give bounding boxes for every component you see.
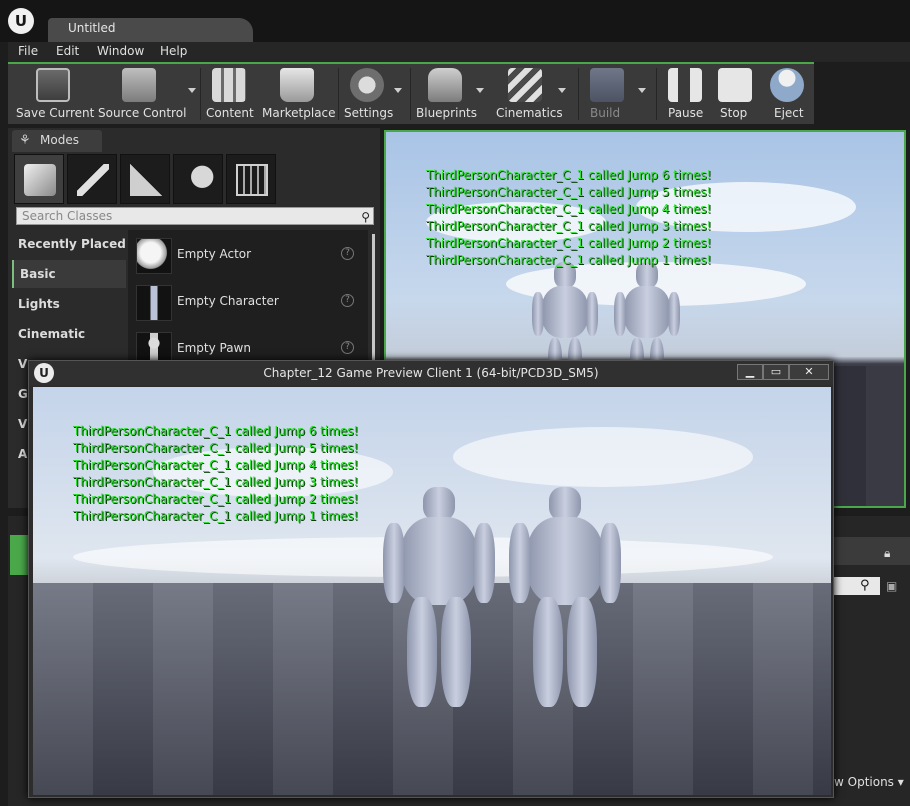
placeable-actor-list: Empty Actor ? Empty Character ? Empty Pa… — [128, 230, 368, 370]
main-toolbar: Save Current Source Control Content Mark… — [8, 62, 814, 124]
settings-icon — [350, 68, 384, 102]
modes-tab[interactable]: ⚘ Modes — [12, 130, 102, 152]
search-classes-input[interactable]: Search Classes ⚲ — [16, 207, 374, 225]
chevron-down-icon — [638, 88, 646, 93]
marketplace-icon — [280, 68, 314, 102]
debug-message: ThirdPersonCharacter_C_1 called Jump 1 t… — [426, 253, 712, 267]
blueprints-button[interactable]: Blueprints — [414, 64, 490, 124]
toolbar-divider — [338, 68, 339, 120]
source-control-icon — [122, 68, 156, 102]
help-icon[interactable]: ? — [341, 341, 354, 354]
empty-character-thumbnail — [136, 285, 172, 321]
stop-button[interactable]: Stop — [712, 64, 758, 124]
lock-icon[interactable]: 🔒︎ — [884, 546, 890, 561]
list-item[interactable]: Empty Actor ? — [128, 234, 364, 278]
details-panel-header — [826, 537, 910, 565]
build-button[interactable]: Build — [582, 64, 654, 124]
level-tab-label: Untitled — [68, 21, 116, 35]
menu-help[interactable]: Help — [160, 44, 187, 58]
game-viewport[interactable]: ThirdPersonCharacter_C_1 called Jump 6 t… — [33, 387, 831, 795]
chevron-down-icon — [476, 88, 484, 93]
debug-message: ThirdPersonCharacter_C_1 called Jump 4 t… — [73, 458, 359, 472]
modes-icon: ⚘ — [19, 133, 31, 148]
source-control-button[interactable]: Source Control — [96, 64, 198, 124]
category-recently-placed[interactable]: Recently Placed — [12, 230, 126, 258]
geometry-mode-button[interactable] — [226, 154, 276, 204]
debug-message: ThirdPersonCharacter_C_1 called Jump 2 t… — [426, 236, 712, 250]
chevron-down-icon — [558, 88, 566, 93]
close-button[interactable]: ✕ — [789, 364, 829, 380]
build-icon — [590, 68, 624, 102]
debug-message: ThirdPersonCharacter_C_1 called Jump 2 t… — [73, 492, 359, 506]
cloud — [453, 427, 753, 487]
stop-icon — [718, 68, 752, 102]
eject-button[interactable]: Eject — [762, 64, 812, 124]
pause-icon — [668, 68, 702, 102]
marketplace-button[interactable]: Marketplace — [260, 64, 336, 124]
debug-message: ThirdPersonCharacter_C_1 called Jump 6 t… — [426, 168, 712, 182]
search-icon: ⚲ — [361, 210, 370, 224]
category-cinematic[interactable]: Cinematic — [12, 320, 126, 348]
empty-actor-thumbnail — [136, 238, 172, 274]
preview-window-title: Chapter_12 Game Preview Client 1 (64-bit… — [263, 366, 599, 380]
debug-message: ThirdPersonCharacter_C_1 called Jump 5 t… — [426, 185, 712, 199]
landscape-mode-button[interactable] — [120, 154, 170, 204]
settings-button[interactable]: Settings — [342, 64, 410, 124]
preview-title-bar[interactable]: U Chapter_12 Game Preview Client 1 (64-b… — [29, 361, 833, 385]
maximize-button[interactable]: ▭ — [763, 364, 789, 380]
foliage-mode-button[interactable] — [173, 154, 223, 204]
editor-title-bar: U Untitled — [0, 0, 910, 42]
minimize-button[interactable]: ▁ — [737, 364, 763, 380]
chevron-down-icon — [394, 88, 402, 93]
paint-mode-button[interactable] — [67, 154, 117, 204]
content-button[interactable]: Content — [204, 64, 258, 124]
debug-message: ThirdPersonCharacter_C_1 called Jump 5 t… — [73, 441, 359, 455]
place-mode-icon — [24, 164, 56, 196]
game-preview-window: U Chapter_12 Game Preview Client 1 (64-b… — [28, 360, 834, 798]
scrollbar[interactable] — [372, 234, 375, 374]
debug-message: ThirdPersonCharacter_C_1 called Jump 6 t… — [73, 424, 359, 438]
blueprints-icon — [428, 68, 462, 102]
place-mode-button[interactable] — [14, 154, 64, 204]
help-icon[interactable]: ? — [341, 247, 354, 260]
cinematics-button[interactable]: Cinematics — [494, 64, 574, 124]
cinematics-icon — [508, 68, 542, 102]
paint-brush-icon — [77, 164, 109, 196]
eject-icon — [770, 68, 804, 102]
save-icon — [36, 68, 70, 102]
geometry-cube-icon — [236, 164, 268, 196]
view-options-button[interactable]: w Options ▾ — [834, 775, 904, 789]
pause-button[interactable]: Pause — [660, 64, 708, 124]
menu-file[interactable]: File — [18, 44, 38, 58]
content-icon — [212, 68, 246, 102]
chevron-down-icon — [188, 88, 196, 93]
debug-message: ThirdPersonCharacter_C_1 called Jump 4 t… — [426, 202, 712, 216]
help-icon[interactable]: ? — [341, 294, 354, 307]
level-tab[interactable]: Untitled — [48, 18, 253, 42]
debug-message: ThirdPersonCharacter_C_1 called Jump 1 t… — [73, 509, 359, 523]
debug-message: ThirdPersonCharacter_C_1 called Jump 3 t… — [426, 219, 712, 233]
toolbar-divider — [200, 68, 201, 120]
menu-window[interactable]: Window — [97, 44, 144, 58]
landscape-icon — [130, 164, 162, 196]
toolbar-divider — [656, 68, 657, 120]
content-browser-button[interactable] — [10, 535, 30, 575]
category-lights[interactable]: Lights — [12, 290, 126, 318]
foliage-leaf-icon — [183, 164, 215, 196]
list-item[interactable]: Empty Character ? — [128, 281, 364, 325]
category-basic[interactable]: Basic — [12, 260, 126, 288]
menu-edit[interactable]: Edit — [56, 44, 79, 58]
debug-message: ThirdPersonCharacter_C_1 called Jump 3 t… — [73, 475, 359, 489]
menu-bar: File Edit Window Help — [8, 42, 910, 62]
search-icon: ⚲ — [860, 578, 870, 593]
save-current-button[interactable]: Save Current — [14, 64, 94, 124]
toolbar-divider — [578, 68, 579, 120]
details-search-input[interactable] — [834, 577, 880, 595]
unreal-logo-icon: U — [8, 8, 34, 34]
toolbar-divider — [410, 68, 411, 120]
save-icon[interactable]: ▣ — [886, 579, 897, 593]
